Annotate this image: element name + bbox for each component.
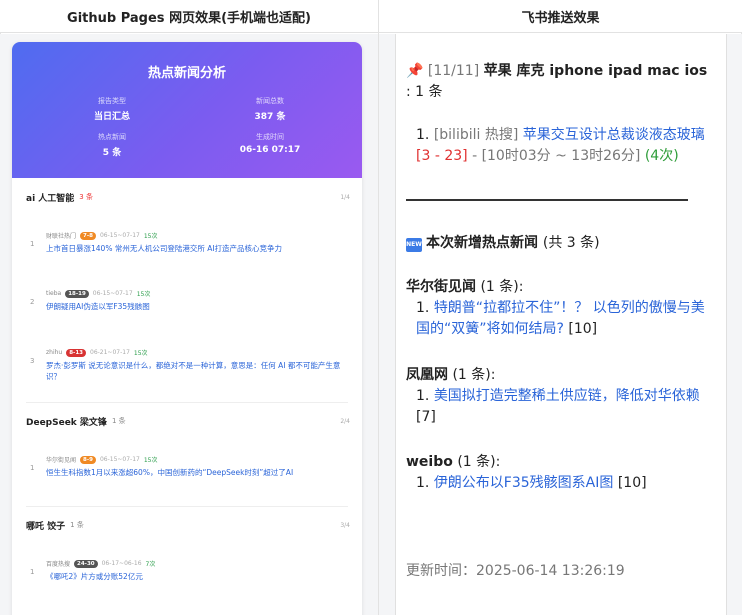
keyword-group-ai: ai 人工智能 3 条 1/4 1 财联社热门 7-8 06-15~07-17 … [26,190,350,381]
feishu-message-card: 📌 [11/11] 苹果 库克 iphone ipad mac ios : 1 … [395,34,727,615]
report-title: 热点新闻分析 [147,66,226,81]
update-time: 更新时间：2025-06-14 13:26:19 [406,563,625,579]
group-divider [26,506,348,507]
pinned-index: [11/11] [427,63,480,79]
news-source: zhihu [46,349,63,356]
rank: [7] [416,409,436,425]
news-title-link[interactable]: 上市首日暴涨140% 常州无人机公司登陆港交所 AI打造产品核心竞争力 [46,243,346,254]
news-time: 06-15~07-17 [99,232,140,239]
news-count: 15次 [143,233,158,240]
group-divider [26,402,348,403]
news-item[interactable]: 3 zhihu 8-13 06-21~07-17 15次 罗杰·彭罗斯 说无论意… [26,347,350,387]
news-source: 百度热搜 [46,561,71,568]
rank-badge: 8-9 [80,455,96,464]
source-news-item: 1. 伊朗公布以F35残骸图系AI图 [10] [416,475,647,491]
rank-badge: 24-30 [74,559,98,568]
news-title-link[interactable]: 罗杰·彭罗斯 说无论意识是什么，都绝对不是一种计算，意思是：任何 AI 都不可能… [46,360,346,382]
rank-badge: 18-19 [65,289,89,298]
group-name: DeepSeek 梁文锋 [26,417,107,428]
rank-badge: 7-8 [80,231,96,240]
news-item[interactable]: 1 财联社热门 7-8 06-15~07-17 15次 上市首日暴涨140% 常… [26,230,350,260]
group-name: ai 人工智能 [26,193,75,204]
news-count: 15次 [133,350,148,357]
group-count: 3 条 [79,193,93,201]
rank: [10] [617,475,647,491]
news-count: 15次 [136,291,151,298]
rank: [10] [568,321,598,337]
source-news-item: 1. 特朗普“拉都拉不住”！？ 以色列的傲慢与美国的“双簧”将如何结局? [10… [416,300,705,337]
right-column-header: 飞书推送效果 [379,0,742,33]
news-source: [bilibili 热搜] [433,127,519,143]
stat-generated-time: 生成时间 06-16 07:17 [239,133,301,155]
stat-report-type: 报告类型 当日汇总 [93,97,130,122]
news-title-link[interactable]: 伊朗疑用AI伪造以军F35残骸图 [46,301,346,312]
news-item[interactable]: 2 tieba 18-19 06-15~07-17 15次 伊朗疑用AI伪造以军… [26,288,350,318]
appear-count: (4次) [644,148,679,164]
news-source: 财联社热门 [46,233,77,240]
news-source: 华尔街见闻 [46,457,77,464]
stat-news-total: 新闻总数 387 条 [254,97,286,122]
keyword-group-nezha: 哪吒 饺子 1 条 3/4 1 百度热搜 24-30 06-17~06-16 7… [26,518,350,581]
pinned-news-item: 1. [bilibili 热搜] 苹果交互设计总裁谈液态玻璃 [3 - 23] … [416,127,705,164]
group-index: 2/4 [340,417,350,425]
source-group: 凤凰网 (1 条): [406,367,496,383]
source-group: 华尔街见闻 (1 条): [406,279,524,295]
keyword-group-deepseek: DeepSeek 梁文锋 1 条 2/4 1 华尔街见闻 8-9 06-15~0… [26,414,350,477]
feishu-preview: 📌 [11/11] 苹果 库克 iphone ipad mac ios : 1 … [379,34,742,615]
news-time: 06-15~07-17 [99,456,140,463]
news-source: tieba [46,290,62,297]
group-index: 1/4 [340,193,350,201]
report-hero: 热点新闻分析 报告类型 当日汇总 新闻总数 387 条 热点新闻 5 条 生成时… [12,42,362,178]
group-index: 3/4 [340,521,350,529]
source-name: 凤凰网 [406,367,448,383]
news-item[interactable]: 1 百度热搜 24-30 06-17~06-16 7次 《哪吒2》片方或分账52… [26,558,350,588]
news-count: 7次 [145,561,156,568]
time-range: - [10时03分 ~ 13时26分] [472,148,641,164]
source-name: 华尔街见闻 [406,279,476,295]
source-news-item: 1. 美国拟打造完整稀土供应链，降低对华依赖 [7] [416,388,700,425]
section-divider [406,199,688,201]
github-pages-preview: 热点新闻分析 报告类型 当日汇总 新闻总数 387 条 热点新闻 5 条 生成时… [0,34,378,615]
news-title-link[interactable]: 苹果交互设计总裁谈液态玻璃 [523,127,705,143]
group-count: 1 条 [70,521,84,529]
pin-icon: 📌 [406,63,424,79]
pinned-keyword-header: 📌 [11/11] 苹果 库克 iphone ipad mac ios : 1 … [406,61,716,103]
news-item[interactable]: 1 华尔街见闻 8-9 06-15~07-17 15次 恒生生科指数1月以来涨超… [26,454,350,484]
news-title-link[interactable]: 伊朗公布以F35残骸图系AI图 [434,475,614,491]
new-news-section-title: NEW 本次新增热点新闻 (共 3 条) [406,235,600,252]
source-group: weibo (1 条): [406,454,501,470]
news-time: 06-21~07-17 [90,349,130,356]
group-name: 哪吒 饺子 [26,521,66,532]
stat-hot-news: 热点新闻 5 条 [98,133,126,158]
rank-range: [3 - 23] [416,148,468,164]
pinned-count: : 1 条 [406,84,443,100]
news-title-link[interactable]: 特朗普“拉都拉不住”！？ 以色列的傲慢与美国的“双簧”将如何结局? [416,300,705,337]
rank-badge: 8-13 [66,348,86,357]
web-report-card: 热点新闻分析 报告类型 当日汇总 新闻总数 387 条 热点新闻 5 条 生成时… [12,42,362,615]
news-title-link[interactable]: 《哪吒2》片方或分账52亿元 [46,571,346,582]
source-name: weibo [406,454,453,470]
news-title-link[interactable]: 美国拟打造完整稀土供应链，降低对华依赖 [434,388,700,404]
news-count: 15次 [143,457,158,464]
news-time: 06-17~06-16 [101,560,142,567]
group-count: 1 条 [111,417,126,425]
news-time: 06-15~07-17 [92,290,133,297]
new-icon: NEW [406,238,422,252]
left-column-header: Github Pages 网页效果(手机端也适配) [0,0,379,33]
pinned-keywords: 苹果 库克 iphone ipad mac ios [483,63,708,79]
news-title-link[interactable]: 恒生生科指数1月以来涨超60%，中国创新药的“DeepSeek时刻”超过了AI [46,467,346,478]
